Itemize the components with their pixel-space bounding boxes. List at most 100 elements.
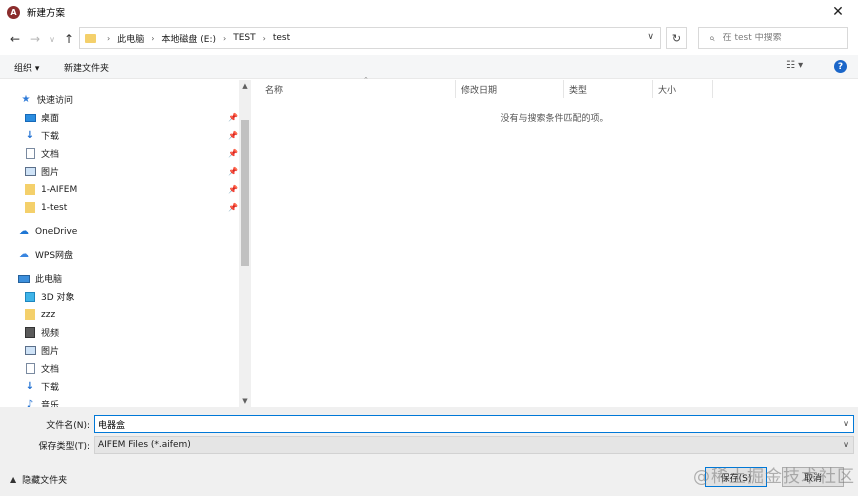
- breadcrumb-test[interactable]: test: [273, 33, 290, 43]
- scrollbar-thumb[interactable]: [241, 120, 249, 266]
- filetype-select[interactable]: AIFEM Files (*.aifem) ∨: [94, 436, 854, 454]
- sidebar-item-quick-access[interactable]: ★ 快速访问: [20, 91, 74, 108]
- pin-icon: 📌: [228, 203, 238, 212]
- column-header-date-modified[interactable]: 修改日期: [457, 80, 564, 98]
- recent-locations-button[interactable]: ∨: [44, 31, 60, 47]
- breadcrumb-test-upper[interactable]: TEST: [233, 33, 255, 43]
- sidebar-item-label: 1-AIFEM: [41, 184, 78, 195]
- sidebar-item-label: 桌面: [41, 114, 60, 124]
- sidebar-item-label: 下载: [41, 132, 60, 142]
- sidebar-item-1-aifem[interactable]: 1-AIFEM: [24, 181, 77, 198]
- forward-button[interactable]: →: [27, 31, 43, 47]
- folder-icon: [24, 309, 36, 320]
- help-icon[interactable]: ?: [834, 60, 847, 73]
- sidebar-item-music[interactable]: ♪ 音乐: [24, 396, 59, 407]
- sidebar-item-videos[interactable]: 视频: [24, 324, 59, 341]
- sidebar-item-this-pc[interactable]: 此电脑: [18, 270, 62, 287]
- column-header-label: 类型: [569, 85, 588, 96]
- sidebar-item-1-test[interactable]: 1-test: [24, 199, 67, 216]
- back-button[interactable]: ←: [7, 31, 23, 47]
- sidebar-item-onedrive[interactable]: ☁ OneDrive: [18, 223, 77, 240]
- organize-menu-button[interactable]: 组织 ▾: [14, 61, 39, 74]
- save-button[interactable]: 保存(S): [705, 467, 767, 487]
- column-header-size[interactable]: 大小: [654, 80, 713, 98]
- breadcrumb-this-pc[interactable]: 此电脑: [117, 32, 144, 45]
- chevron-down-icon: ∨: [843, 440, 849, 449]
- back-arrow-icon: ←: [9, 32, 21, 46]
- pin-icon: 📌: [228, 131, 238, 140]
- sidebar-item-downloads[interactable]: ↓ 下载: [24, 127, 59, 144]
- save-options-panel: 文件名(N): ∨ 保存类型(T): AIFEM Files (*.aifem)…: [0, 407, 858, 496]
- cloud-icon: ☁: [19, 226, 29, 237]
- scroll-down-icon[interactable]: ▼: [239, 395, 251, 407]
- forward-arrow-icon: →: [29, 32, 41, 46]
- sidebar-item-3d-objects[interactable]: 3D 对象: [24, 288, 75, 305]
- wps-cloud-icon: ☁: [19, 249, 29, 260]
- details-view-icon: ☷ ▾: [786, 60, 804, 71]
- filename-combobox[interactable]: ∨: [94, 415, 854, 433]
- view-options-button[interactable]: ☷ ▾: [786, 60, 803, 71]
- chevron-right-icon: ›: [107, 33, 111, 43]
- sidebar-item-label: OneDrive: [35, 226, 78, 237]
- sidebar-item-zzz[interactable]: zzz: [24, 306, 55, 323]
- up-button[interactable]: ↑: [61, 31, 77, 47]
- 3d-objects-icon: [24, 291, 36, 302]
- pin-icon: 📌: [228, 149, 238, 158]
- close-button[interactable]: ✕: [818, 0, 858, 24]
- column-header-name[interactable]: ⌃ 名称: [261, 76, 456, 98]
- refresh-icon: ↻: [671, 31, 682, 45]
- folder-icon: [24, 184, 36, 195]
- empty-message: 没有与搜索条件匹配的项。: [500, 114, 609, 124]
- download-icon: ↓: [25, 130, 35, 141]
- folder-icon: [24, 202, 36, 213]
- scroll-up-icon[interactable]: ▲: [239, 80, 251, 92]
- refresh-button[interactable]: ↻: [666, 27, 687, 49]
- column-header-label: 大小: [658, 85, 677, 96]
- sidebar-item-pictures-pc[interactable]: 图片: [24, 342, 59, 359]
- file-list[interactable]: ⌃ 名称 修改日期 类型 大小 没有与搜索条件匹配的项。: [251, 76, 858, 407]
- download-icon: ↓: [25, 381, 35, 392]
- folder-icon: [85, 33, 96, 43]
- sidebar-item-downloads-pc[interactable]: ↓ 下载: [24, 378, 59, 395]
- search-box[interactable]: ⌕: [698, 27, 848, 49]
- chevron-right-icon: ›: [151, 33, 155, 43]
- column-header-label: 名称: [265, 85, 284, 96]
- address-dropdown-icon[interactable]: ∨: [647, 32, 654, 42]
- sidebar-item-documents[interactable]: 文档: [24, 145, 59, 162]
- sidebar-item-label: 文档: [41, 150, 60, 160]
- close-icon: ✕: [832, 4, 844, 20]
- document-icon: [24, 363, 36, 374]
- sidebar-item-label: 3D 对象: [41, 293, 75, 303]
- pictures-icon: [24, 166, 36, 177]
- computer-icon: [18, 273, 30, 284]
- hide-folders-toggle[interactable]: ▲ 隐藏文件夹: [10, 473, 67, 486]
- sidebar-item-label: WPS网盘: [35, 251, 74, 261]
- search-icon: ⌕: [709, 32, 715, 44]
- sidebar-item-pictures[interactable]: 图片: [24, 163, 59, 180]
- title-bar: A 新建方案 ✕: [0, 0, 858, 24]
- breadcrumb-drive-e[interactable]: 本地磁盘 (E:): [161, 32, 216, 45]
- column-header-type[interactable]: 类型: [565, 80, 653, 98]
- filetype-label: 保存类型(T):: [38, 442, 90, 452]
- navigation-bar: ← → ∨ ↑ › 此电脑 › 本地磁盘 (E:) › TEST › test …: [0, 25, 858, 53]
- sidebar-item-wps-drive[interactable]: ☁ WPS网盘: [18, 246, 73, 263]
- chevron-down-icon[interactable]: ∨: [843, 419, 849, 428]
- cancel-button[interactable]: 取消: [782, 467, 844, 487]
- address-bar[interactable]: › 此电脑 › 本地磁盘 (E:) › TEST › test ∨: [79, 27, 661, 49]
- chevron-up-icon: ▲: [10, 475, 17, 484]
- search-input[interactable]: [722, 33, 833, 43]
- sidebar-item-documents-pc[interactable]: 文档: [24, 360, 59, 377]
- save-button-label: 保存(S): [720, 473, 752, 484]
- sidebar-item-label: 文档: [41, 365, 60, 375]
- sidebar-item-label: 快速访问: [37, 96, 74, 106]
- desktop-icon: [24, 112, 36, 123]
- filename-input[interactable]: [95, 419, 835, 429]
- new-folder-button[interactable]: 新建文件夹: [64, 61, 109, 74]
- chevron-right-icon: ›: [223, 33, 227, 43]
- column-header-label: 修改日期: [461, 85, 498, 96]
- sidebar-item-label: 下载: [41, 383, 60, 393]
- sidebar-item-desktop[interactable]: 桌面: [24, 109, 59, 126]
- cancel-button-label: 取消: [803, 473, 822, 484]
- sidebar-scrollbar[interactable]: ▲ ▼: [239, 80, 251, 407]
- filetype-value: AIFEM Files (*.aifem): [98, 440, 191, 450]
